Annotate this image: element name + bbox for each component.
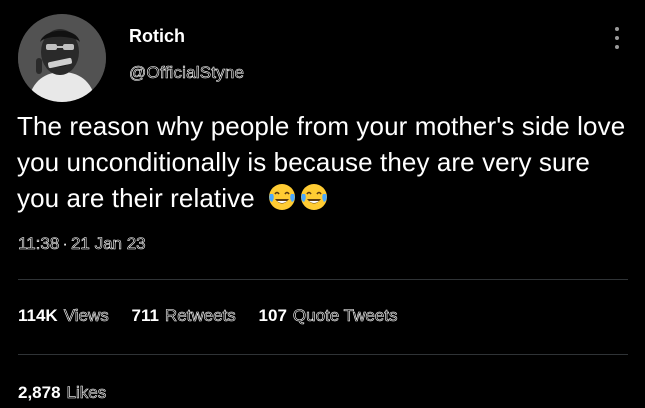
avatar-image [18,14,106,102]
likes-stat-row: 2,878 Likes [18,383,124,403]
quote-tweets-label: Quote Tweets [292,306,398,326]
quote-tweets-stat[interactable]: 107 Quote Tweets [259,306,398,326]
avatar[interactable] [18,14,106,102]
tweet-date: 21 Jan 23 [70,234,146,254]
author-handle[interactable]: @OfficialStyne [129,63,245,83]
likes-stat[interactable]: 2,878 Likes [18,383,107,403]
author-name[interactable]: Rotich [129,26,185,47]
views-count: 114K [18,306,58,325]
views-stat[interactable]: 114K Views [18,306,109,326]
quote-tweets-count: 107 [258,306,287,325]
views-label: Views [63,306,109,326]
tweet-time: 11:38 [18,234,60,254]
likes-count: 2,878 [18,383,61,402]
divider [18,354,628,355]
tweet-header: Rotich @OfficialStyne [18,14,628,102]
face-with-tears-of-joy-icon [300,184,327,210]
tweet-text-container: The reason why people from your mother's… [17,108,627,221]
engagement-stats: 114K Views 711 Retweets 107 Quote Tweets [18,306,416,326]
divider [18,279,628,280]
retweets-label: Retweets [164,306,236,326]
more-options-icon[interactable] [612,27,622,53]
timestamp-separator: · [62,234,68,253]
tweet: Rotich @OfficialStyne The reason why peo… [0,0,645,408]
emoji-group [267,182,331,221]
face-with-tears-of-joy-icon [268,184,295,210]
retweets-count: 711 [131,306,159,325]
retweets-stat[interactable]: 711 Retweets [131,306,236,326]
tweet-timestamp[interactable]: 11:38 · 21 Jan 23 [18,234,146,254]
likes-label: Likes [66,383,107,403]
